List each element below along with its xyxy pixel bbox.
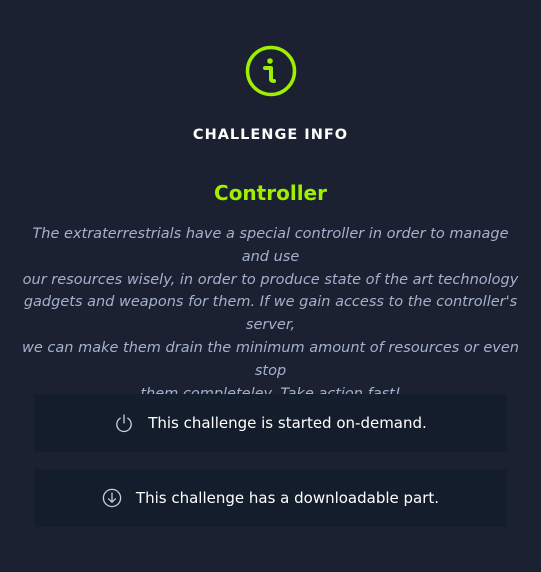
downloadable-label: This challenge has a downloadable part.: [135, 489, 440, 507]
on-demand-card: This challenge is started on-demand.: [34, 394, 507, 452]
challenge-name: Controller: [214, 181, 327, 205]
download-icon: [102, 488, 122, 508]
page-title: CHALLENGE INFO: [192, 127, 349, 143]
power-icon: [114, 413, 134, 433]
downloadable-card: This challenge has a downloadable part.: [34, 469, 507, 527]
info-circle-icon: [245, 45, 297, 97]
on-demand-label: This challenge is started on-demand.: [148, 414, 427, 432]
